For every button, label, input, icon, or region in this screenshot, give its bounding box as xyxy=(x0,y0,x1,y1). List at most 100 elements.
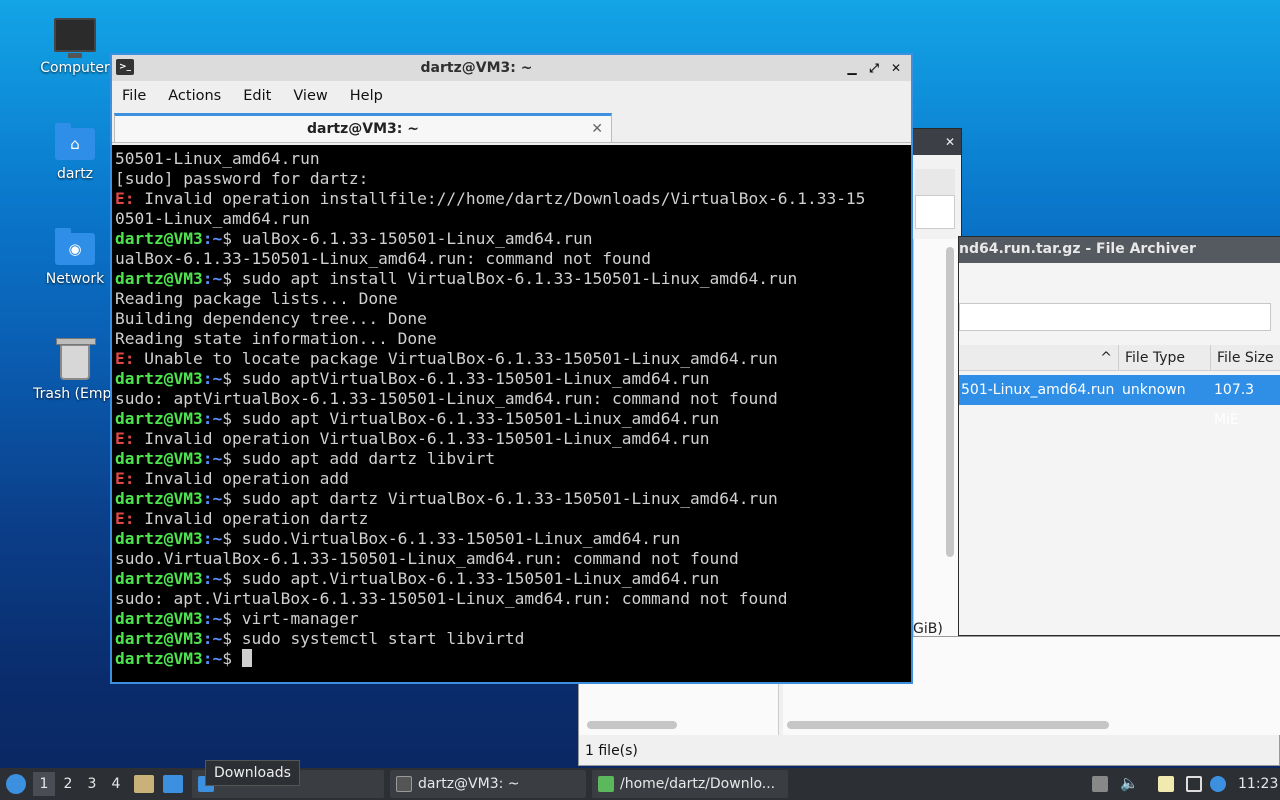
tooltip: Downloads xyxy=(205,760,300,786)
command-text: $ virt-manager xyxy=(222,609,359,628)
workspace-4[interactable]: 4 xyxy=(105,772,127,796)
terminal-icon xyxy=(396,776,412,792)
terminal-line: 0501-Linux_amd64.run xyxy=(115,209,310,228)
close-icon[interactable]: ✕ xyxy=(939,135,961,149)
column-header-file-type[interactable]: File Type xyxy=(1119,345,1211,371)
taskbar: 1 2 3 4 dartz@VM3: ~ /home/dartz/Downlo.… xyxy=(0,768,1280,800)
error-prefix: E: xyxy=(115,349,135,368)
menu-help[interactable]: Help xyxy=(350,88,383,104)
command-text: $ sudo.VirtualBox-6.1.33-150501-Linux_am… xyxy=(222,529,681,548)
eject-icon[interactable] xyxy=(1092,776,1108,792)
terminal-line: dartz@VM3:~$ virt-manager xyxy=(115,609,911,629)
desktop-icon-label: dartz xyxy=(56,166,94,182)
prompt-path: :~ xyxy=(202,649,223,668)
terminal-line: sudo: aptVirtualBox-6.1.33-150501-Linux_… xyxy=(115,389,778,408)
error-text: Invalid operation installfile:///home/da… xyxy=(134,189,866,208)
prompt-path: :~ xyxy=(202,369,223,388)
window-title: dartz@VM3: ~ xyxy=(420,60,533,76)
terminal-output[interactable]: 50501-Linux_amd64.run [sudo] password for… xyxy=(112,145,911,682)
task-terminal[interactable]: dartz@VM3: ~ xyxy=(390,770,586,798)
archive-icon xyxy=(598,776,614,792)
terminal-line: sudo.VirtualBox-6.1.33-150501-Linux_amd6… xyxy=(115,549,739,568)
command-text: $ sudo apt.VirtualBox-6.1.33-150501-Linu… xyxy=(222,569,720,588)
terminal-line: 50501-Linux_amd64.run xyxy=(115,149,320,168)
menu-actions[interactable]: Actions xyxy=(168,88,221,104)
terminal-line: dartz@VM3:~$ xyxy=(115,649,911,669)
prompt-user: dartz@VM3 xyxy=(115,529,203,548)
task-file-archiver[interactable]: /home/dartz/Downlo... xyxy=(592,770,788,798)
terminal-titlebar[interactable]: >_ dartz@VM3: ~ ▁ ⤢ ✕ xyxy=(112,55,911,81)
file-manager-launcher-icon[interactable] xyxy=(134,775,154,793)
terminal-line: dartz@VM3:~$ sudo aptVirtualBox-6.1.33-1… xyxy=(115,369,911,389)
workspace-3[interactable]: 3 xyxy=(81,772,103,796)
main-pane-scrollbar[interactable] xyxy=(787,721,1109,729)
error-prefix: E: xyxy=(115,429,135,448)
menu-file[interactable]: File xyxy=(122,88,146,104)
prompt-user: dartz@VM3 xyxy=(115,369,203,388)
prompt-user: dartz@VM3 xyxy=(115,629,203,648)
prompt-path: :~ xyxy=(202,609,223,628)
vertical-scrollbar[interactable] xyxy=(946,247,954,557)
terminal-line: Building dependency tree... Done xyxy=(115,309,427,328)
file-manager-pathbar[interactable] xyxy=(915,195,955,229)
prompt-path: :~ xyxy=(202,489,223,508)
clipboard-icon[interactable] xyxy=(1158,776,1174,792)
menu-view[interactable]: View xyxy=(293,88,327,104)
prompt-path: :~ xyxy=(202,409,223,428)
prompt-user: dartz@VM3 xyxy=(115,229,203,248)
prompt-user: dartz@VM3 xyxy=(115,489,203,508)
column-header-name[interactable]: ^ xyxy=(959,345,1119,371)
home-folder-icon: ⌂ xyxy=(55,123,95,160)
file-manager-list xyxy=(913,239,961,637)
tab-terminal[interactable]: dartz@VM3: ~ ✕ xyxy=(114,113,612,143)
table-row[interactable]: 501-Linux_amd64.run unknown 107.3 MiE xyxy=(959,375,1280,428)
desktop-launcher-icon[interactable] xyxy=(163,775,183,793)
terminal-line: Reading state information... Done xyxy=(115,329,437,348)
network-icon[interactable] xyxy=(1186,776,1202,792)
prompt-user: dartz@VM3 xyxy=(115,649,203,668)
start-menu-button[interactable] xyxy=(4,768,30,800)
terminal-line: dartz@VM3:~$ sudo apt dartz VirtualBox-6… xyxy=(115,489,911,509)
workspace-2[interactable]: 2 xyxy=(57,772,79,796)
update-notifier-icon[interactable] xyxy=(1210,776,1226,792)
prompt-path: :~ xyxy=(202,629,223,648)
error-text: Invalid operation add xyxy=(134,469,349,488)
maximize-icon[interactable]: ⤢ xyxy=(863,61,885,76)
prompt-path: :~ xyxy=(202,229,223,248)
terminal-line: [sudo] password for dartz: xyxy=(115,169,369,188)
command-text: $ sudo aptVirtualBox-6.1.33-150501-Linux… xyxy=(222,369,710,388)
location-field[interactable] xyxy=(959,303,1271,331)
terminal-line: dartz@VM3:~$ sudo apt install VirtualBox… xyxy=(115,269,911,289)
error-prefix: E: xyxy=(115,189,135,208)
menu-edit[interactable]: Edit xyxy=(243,88,271,104)
volume-icon[interactable]: 🔈 xyxy=(1120,774,1139,792)
file-archiver-titlebar[interactable]: nd64.run.tar.gz - File Archiver xyxy=(959,237,1280,263)
command-text: $ sudo systemctl start libvirtd xyxy=(222,629,525,648)
file-size-fragment: GiB) xyxy=(913,621,943,637)
tab-close-icon[interactable]: ✕ xyxy=(591,116,603,142)
prompt-path: :~ xyxy=(202,269,223,288)
prompt-user: dartz@VM3 xyxy=(115,569,203,588)
command-text: $ ualBox-6.1.33-150501-Linux_amd64.run xyxy=(222,229,593,248)
error-text: Invalid operation VirtualBox-6.1.33-1505… xyxy=(134,429,710,448)
minimize-icon[interactable]: ▁ xyxy=(841,61,863,75)
terminal-line: E: Unable to locate package VirtualBox-6… xyxy=(115,349,911,369)
lxqt-logo-icon xyxy=(6,774,26,794)
clock[interactable]: 11:23 xyxy=(1238,768,1278,800)
prompt-user: dartz@VM3 xyxy=(115,409,203,428)
terminal-line: E: Invalid operation add xyxy=(115,469,911,489)
row-type: unknown xyxy=(1122,382,1186,398)
terminal-line: dartz@VM3:~$ sudo.VirtualBox-6.1.33-1505… xyxy=(115,529,911,549)
terminal-line: dartz@VM3:~$ sudo apt.VirtualBox-6.1.33-… xyxy=(115,569,911,589)
column-header-file-size[interactable]: File Size xyxy=(1211,345,1280,371)
terminal-line: dartz@VM3:~$ sudo systemctl start libvir… xyxy=(115,629,911,649)
close-icon[interactable]: ✕ xyxy=(885,61,907,75)
workspace-1[interactable]: 1 xyxy=(33,772,55,796)
prompt-user: dartz@VM3 xyxy=(115,609,203,628)
command-text: $ sudo apt VirtualBox-6.1.33-150501-Linu… xyxy=(222,409,720,428)
status-bar-text: 1 file(s) xyxy=(585,743,638,759)
row-size: 107.3 MiE xyxy=(1214,382,1255,428)
desktop-icon-label: Computer xyxy=(40,60,110,76)
trash-icon xyxy=(56,338,96,380)
side-pane-scrollbar[interactable] xyxy=(587,721,677,729)
